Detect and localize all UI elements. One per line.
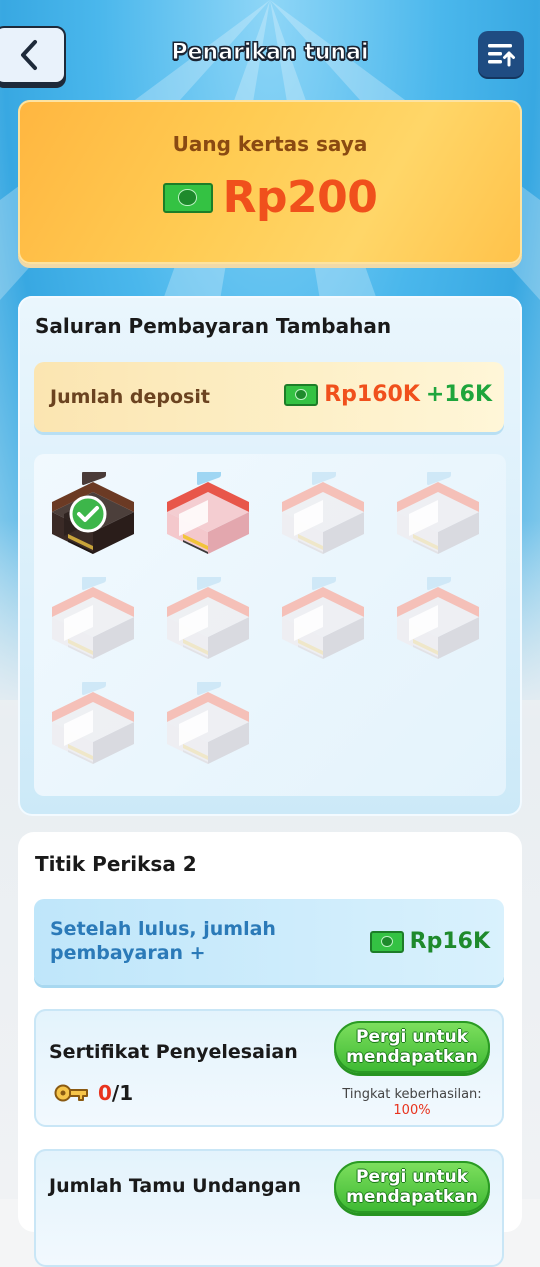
cash-icon bbox=[284, 383, 319, 406]
shop-slot-4[interactable] bbox=[393, 463, 483, 562]
history-button[interactable] bbox=[478, 31, 524, 77]
page-title: Penarikan tunai bbox=[171, 40, 369, 66]
shop-icon bbox=[52, 568, 134, 659]
shop-slot-1[interactable] bbox=[48, 463, 138, 562]
task-card-invited-guests: Jumlah Tamu Undangan Pergi untuk mendapa… bbox=[34, 1149, 504, 1267]
checkpoint-title: Titik Periksa 2 bbox=[35, 852, 197, 876]
shop-slot-5[interactable] bbox=[48, 568, 138, 667]
shop-icon bbox=[52, 673, 134, 764]
shop-icon bbox=[167, 568, 249, 659]
shop-slot-6[interactable] bbox=[163, 568, 253, 667]
shop-slot-8[interactable] bbox=[393, 568, 483, 667]
key-icon bbox=[54, 1084, 88, 1102]
shop-slot-9[interactable] bbox=[48, 673, 138, 772]
cash-icon bbox=[369, 930, 404, 953]
shop-grid bbox=[34, 454, 506, 796]
check-icon bbox=[69, 495, 107, 533]
extra-channels-title: Saluran Pembayaran Tambahan bbox=[35, 314, 392, 338]
shop-slot-2[interactable] bbox=[163, 463, 253, 562]
deposit-bar: Jumlah deposit Rp160K +16K bbox=[34, 362, 504, 432]
shop-icon bbox=[167, 463, 249, 554]
cash-icon bbox=[162, 182, 213, 213]
payout-bonus-bar: Setelah lulus, jumlah pembayaran + Rp16K bbox=[34, 899, 504, 985]
task-progress-current: 0 bbox=[98, 1081, 112, 1105]
shop-icon bbox=[397, 463, 479, 554]
go-get-label: Pergi untuk mendapatkan bbox=[346, 1167, 478, 1207]
shop-icon bbox=[397, 568, 479, 659]
payout-bonus-values: Rp16K bbox=[369, 929, 490, 954]
go-get-label: Pergi untuk mendapatkan bbox=[346, 1027, 478, 1067]
task-card-certificate: Sertifikat Penyelesaian 0/1 Pergi untuk … bbox=[34, 1009, 504, 1127]
shop-slot-10[interactable] bbox=[163, 673, 253, 772]
shop-slot-7[interactable] bbox=[278, 568, 368, 667]
payout-bonus-value: Rp16K bbox=[409, 929, 490, 954]
deposit-values: Rp160K +16K bbox=[284, 382, 492, 407]
deposit-value: Rp160K bbox=[324, 382, 420, 407]
task-name: Sertifikat Penyelesaian bbox=[49, 1041, 298, 1063]
shop-slot-3[interactable] bbox=[278, 463, 368, 562]
deposit-label: Jumlah deposit bbox=[50, 386, 210, 408]
success-rate-label: Tingkat keberhasilan: bbox=[342, 1087, 482, 1102]
checkpoint-panel: Titik Periksa 2 Setelah lulus, jumlah pe… bbox=[18, 832, 522, 1267]
shop-icon bbox=[282, 568, 364, 659]
go-get-button[interactable]: Pergi untuk mendapatkan bbox=[334, 1161, 490, 1213]
shop-icon bbox=[167, 673, 249, 764]
balance-amount: Rp200 bbox=[222, 172, 378, 223]
extra-channels-panel: Saluran Pembayaran Tambahan Jumlah depos… bbox=[18, 296, 522, 816]
balance-card: Uang kertas saya Rp200 bbox=[18, 100, 522, 264]
shop-icon bbox=[282, 463, 364, 554]
list-upload-icon bbox=[488, 44, 515, 67]
task-name: Jumlah Tamu Undangan bbox=[49, 1175, 301, 1197]
success-rate-value: 100% bbox=[393, 1103, 431, 1118]
balance-amount-row: Rp200 bbox=[18, 172, 522, 223]
task-progress-total: /1 bbox=[111, 1081, 134, 1105]
go-get-button[interactable]: Pergi untuk mendapatkan bbox=[334, 1021, 490, 1073]
balance-label: Uang kertas saya bbox=[172, 132, 368, 156]
deposit-bonus: +16K bbox=[425, 382, 492, 407]
payout-bonus-label: Setelah lulus, jumlah pembayaran + bbox=[50, 918, 276, 964]
success-rate: Tingkat keberhasilan: 100% bbox=[330, 1087, 494, 1119]
header: Penarikan tunai bbox=[0, 0, 540, 100]
task-progress: 0/1 bbox=[54, 1081, 133, 1105]
